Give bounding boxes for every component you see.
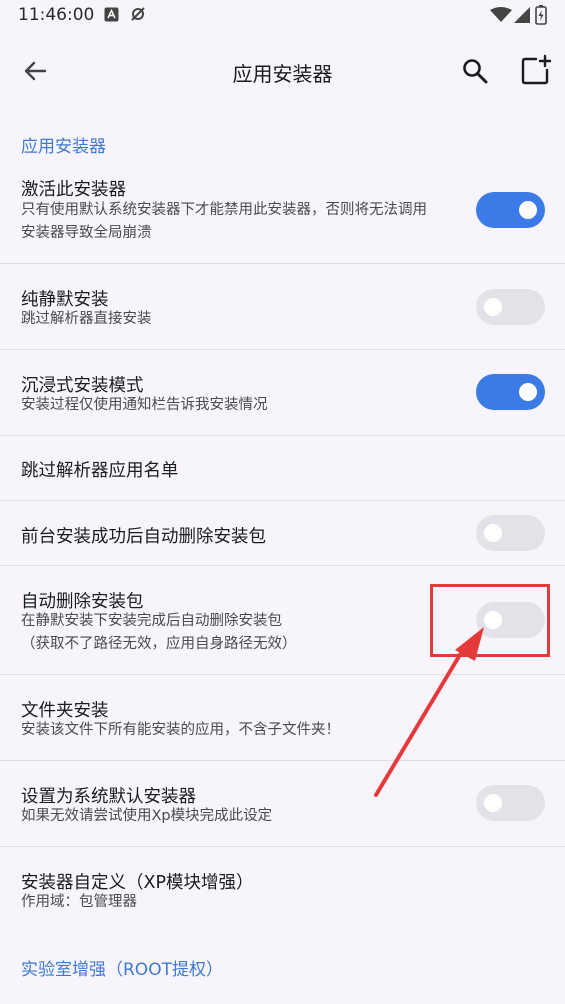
annotation-arrow — [374, 627, 484, 797]
